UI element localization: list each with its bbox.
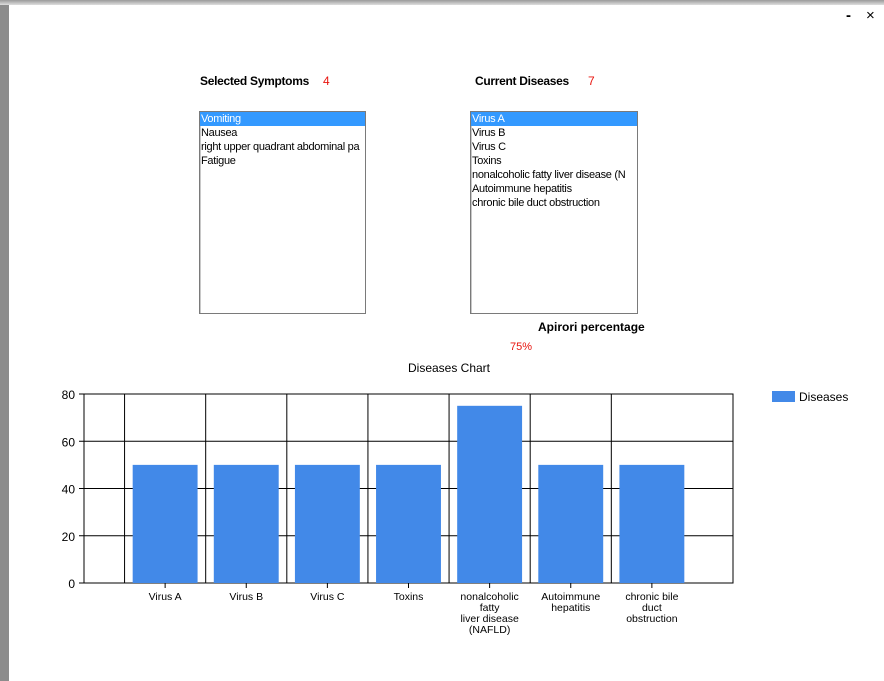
diseases-chart: Diseases Chart 0 20 40 60 80 Virus A Virus B Vi…	[62, 361, 849, 636]
symptoms-listbox[interactable]: Vomiting Nausea right upper quadrant abd…	[199, 111, 366, 314]
y-tick-label: 80	[62, 388, 76, 402]
current-diseases-count: 7	[588, 74, 595, 88]
disease-list-item[interactable]: chronic bile duct obstruction	[471, 196, 637, 210]
window-frame-top	[0, 0, 884, 5]
x-tick-label: Toxins	[394, 591, 424, 603]
minimize-button[interactable]: -	[846, 6, 851, 26]
symptom-list-item[interactable]: Vomiting	[200, 112, 365, 126]
chart-bar	[457, 405, 523, 583]
x-tick-label: chronic bile duct obstruction	[625, 591, 678, 625]
chart-bar	[376, 464, 441, 583]
chart-bar	[294, 464, 360, 583]
x-tick-label: Autoimmune hepatitis	[541, 591, 600, 614]
legend-label: Diseases	[799, 390, 848, 404]
y-tick-label: 0	[68, 577, 75, 591]
disease-list-item[interactable]: Virus B	[471, 126, 637, 140]
y-tick-label: 20	[62, 530, 76, 544]
chart-legend: Diseases	[772, 390, 848, 404]
disease-list-item[interactable]: Toxins	[471, 154, 637, 168]
symptom-list-item[interactable]: right upper quadrant abdominal pa	[200, 140, 365, 154]
close-button[interactable]: ×	[866, 6, 875, 26]
symptom-list-item[interactable]: Fatigue	[200, 154, 365, 168]
diseases-listbox[interactable]: Virus A Virus B Virus C Toxins nonalcoho…	[470, 111, 638, 314]
chart-bar	[213, 464, 279, 583]
selected-symptoms-count: 4	[323, 74, 330, 88]
x-tick-label: Virus C	[310, 591, 345, 603]
disease-list-item[interactable]: Virus A	[471, 112, 637, 126]
x-tick-label: Virus B	[229, 591, 263, 603]
selected-symptoms-header: Selected Symptoms	[200, 74, 309, 88]
chart-title: Diseases Chart	[408, 361, 491, 375]
apriori-percentage-label: Apirori percentage	[538, 320, 645, 334]
x-tick-label: Virus A	[149, 591, 182, 603]
chart-bar	[132, 464, 198, 583]
disease-list-item[interactable]: Virus C	[471, 140, 637, 154]
x-tick-label: nonalcoholic fatty liver disease (NAFLD)	[460, 591, 519, 636]
y-tick-label: 60	[62, 435, 76, 449]
chart-bar	[538, 464, 604, 583]
disease-list-item[interactable]: nonalcoholic fatty liver disease (N	[471, 168, 637, 182]
y-tick-label: 40	[62, 483, 76, 497]
chart-bar	[619, 464, 685, 583]
legend-swatch	[772, 391, 795, 402]
symptom-list-item[interactable]: Nausea	[200, 126, 365, 140]
disease-list-item[interactable]: Autoimmune hepatitis	[471, 182, 637, 196]
apriori-percentage-value: 75%	[510, 341, 533, 353]
current-diseases-header: Current Diseases	[475, 74, 569, 88]
